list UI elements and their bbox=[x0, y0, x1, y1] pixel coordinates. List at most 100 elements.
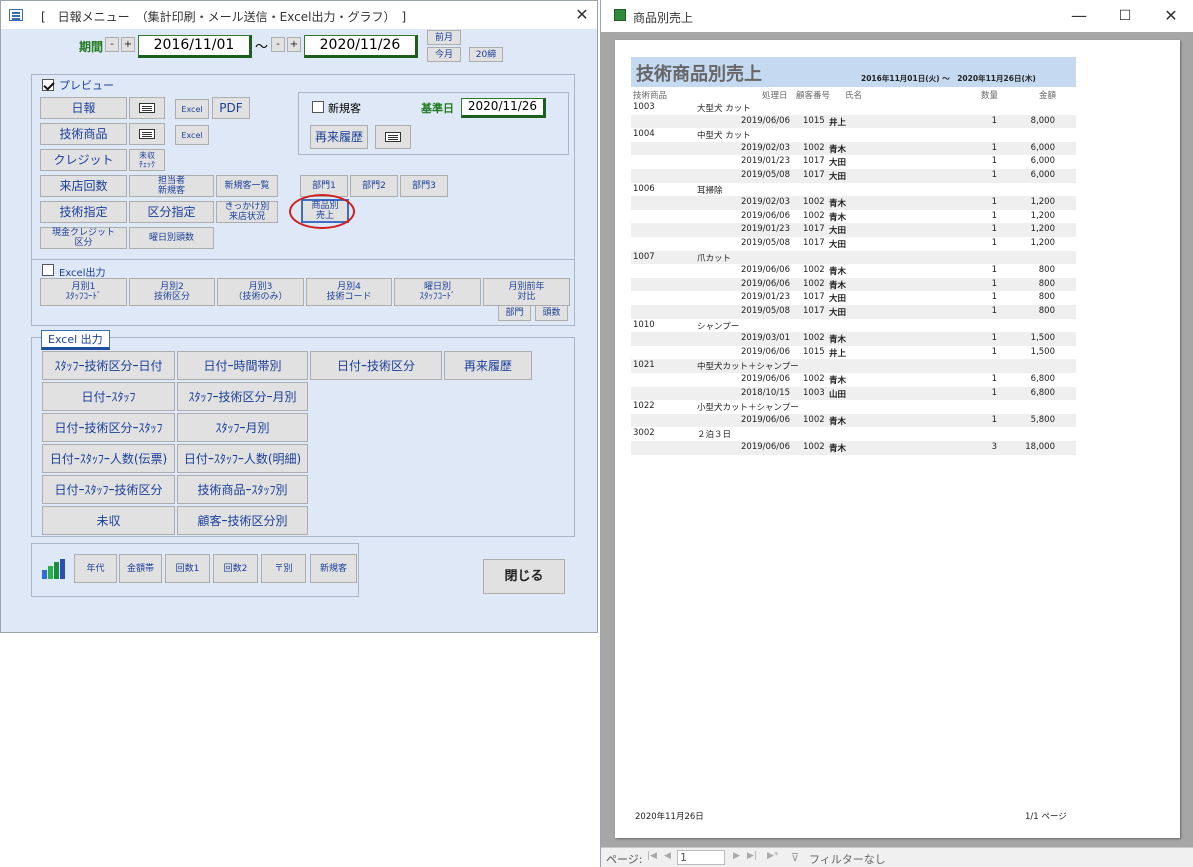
excel-date-staff-ninzu-denpyo-button[interactable]: 日付ｰｽﾀｯﾌｰ人数(伝票) bbox=[42, 444, 175, 473]
menu-title: [ 日報メニュー （集計印刷・メール送信・Excel出力・グラフ） ] bbox=[41, 10, 407, 24]
last-page-icon[interactable]: ▶| bbox=[747, 851, 757, 861]
group-code: 1021 bbox=[633, 360, 655, 371]
excel-mishu-button[interactable]: 未収 bbox=[42, 506, 175, 535]
row-customer-no: 1017 bbox=[803, 170, 825, 180]
excel-date-staff-kubun-button[interactable]: 日付ｰｽﾀｯﾌｰ技術区分 bbox=[42, 475, 175, 504]
credit-button[interactable]: クレジット bbox=[40, 149, 127, 171]
daily-report-menu-window: [ 日報メニュー （集計印刷・メール送信・Excel出力・グラフ） ] ✕ 期間… bbox=[0, 0, 598, 633]
row-customer-no: 1017 bbox=[803, 292, 825, 303]
date-from-field[interactable]: 2016/11/01 bbox=[138, 35, 252, 58]
date-from-minus-button[interactable]: - bbox=[105, 37, 119, 52]
excel-monthly-button-1[interactable]: 月別1 ｽﾀｯﾌｺｰﾄﾞ bbox=[40, 278, 127, 306]
row-customer-no: 1002 bbox=[803, 142, 825, 153]
graph-age-button[interactable]: 年代 bbox=[74, 554, 117, 583]
date-to-field[interactable]: 2020/11/26 bbox=[304, 35, 418, 58]
group-name: ２泊３日 bbox=[697, 430, 732, 441]
excel-date-kubun-staff-button[interactable]: 日付ｰ技術区分ｰｽﾀｯﾌ bbox=[42, 413, 175, 442]
tosu-button[interactable]: 頭数 bbox=[535, 305, 568, 321]
row-amount: 6,800 bbox=[1030, 387, 1055, 398]
shinkikyaku-ichiran-button[interactable]: 新規客一覧 bbox=[216, 175, 278, 197]
raiten-rireki-mail-button[interactable] bbox=[375, 125, 411, 149]
date-from-plus-button[interactable]: + bbox=[121, 37, 135, 52]
row-qty: 3 bbox=[991, 442, 997, 452]
close-date-20-button[interactable]: 20締 bbox=[469, 47, 503, 62]
row-qty: 1 bbox=[991, 333, 997, 344]
gijutsu-mail-button[interactable] bbox=[129, 123, 165, 145]
prev-month-button[interactable]: 前月 bbox=[427, 30, 461, 45]
row-customer-no: 1002 bbox=[803, 210, 825, 221]
gijutsu-shohin-button[interactable]: 技術商品 bbox=[40, 123, 127, 145]
col-header-qty: 数量 bbox=[981, 91, 999, 101]
excel-staff-kubun-month-button[interactable]: ｽﾀｯﾌｰ技術区分ｰ月別 bbox=[177, 382, 308, 411]
first-page-icon[interactable]: |◀ bbox=[647, 851, 657, 861]
pdf-button[interactable]: PDF bbox=[212, 97, 250, 119]
prev-page-icon[interactable]: ◀ bbox=[664, 851, 671, 861]
excel-staff-month-button[interactable]: ｽﾀｯﾌｰ月別 bbox=[177, 413, 308, 442]
report-detail-row: 2019/06/06 1002 青木 1 800 bbox=[631, 264, 1076, 278]
excel-date-staff-button[interactable]: 日付ｰｽﾀｯﾌ bbox=[42, 382, 175, 411]
excel-monthly-button-2[interactable]: 月別2 技術区分 bbox=[129, 278, 215, 306]
nippo-mail-button[interactable] bbox=[129, 97, 165, 119]
date-to-minus-button[interactable]: - bbox=[271, 37, 285, 52]
page-number-input[interactable]: 1 bbox=[677, 850, 725, 865]
new-record-icon[interactable]: ▶* bbox=[767, 851, 778, 861]
mishu-check-button[interactable]: 未収 ﾁｪｯｸ bbox=[129, 149, 165, 171]
excel-monthly-button-4[interactable]: 月別4 技術コード bbox=[306, 278, 392, 306]
nippo-button[interactable]: 日報 bbox=[40, 97, 127, 119]
excel-raiten-rireki-button[interactable]: 再来履歴 bbox=[444, 351, 532, 380]
preview-checkbox[interactable] bbox=[42, 79, 54, 91]
row-date: 2019/06/06 bbox=[741, 374, 790, 384]
close-button[interactable]: 閉じる bbox=[483, 559, 565, 594]
excel-staff-kubun-date-button[interactable]: ｽﾀｯﾌｰ技術区分ｰ日付 bbox=[42, 351, 175, 380]
report-close-icon[interactable]: ✕ bbox=[1159, 6, 1183, 26]
this-month-button[interactable]: 今月 bbox=[427, 47, 461, 62]
excel-monthly-button-3[interactable]: 月別3 （技術のみ） bbox=[217, 278, 304, 306]
row-date: 2019/01/23 bbox=[741, 292, 790, 303]
excel-kokyaku-kubun-button[interactable]: 顧客ｰ技術区分別 bbox=[177, 506, 308, 535]
bumon2-button[interactable]: 部門2 bbox=[350, 175, 398, 197]
tantosha-shinki-button[interactable]: 担当者 新規客 bbox=[129, 175, 214, 197]
gijutsu-shitei-button[interactable]: 技術指定 bbox=[40, 201, 127, 223]
genkin-credit-kubun-button[interactable]: 現金クレジット 区分 bbox=[40, 227, 127, 249]
excel-date-time-button[interactable]: 日付ｰ時間帯別 bbox=[177, 351, 308, 380]
excel-monthly-button-6[interactable]: 月別前年 対比 bbox=[483, 278, 570, 306]
shinkikyaku-checkbox[interactable] bbox=[312, 101, 324, 113]
excel-output-checkbox[interactable] bbox=[42, 264, 54, 276]
graph-amount-button[interactable]: 金額帯 bbox=[119, 554, 162, 583]
report-page: 技術商品別売上 2016年11月01日(火) ～ 2020年11月26日(木) … bbox=[615, 40, 1180, 838]
row-qty: 1 bbox=[991, 197, 997, 208]
youbi-ninzu-button[interactable]: 曜日別頭数 bbox=[129, 227, 214, 249]
period-label: 期間 bbox=[79, 40, 104, 54]
report-detail-row: 2019/06/06 1015 井上 1 1,500 bbox=[631, 346, 1076, 360]
close-icon[interactable]: ✕ bbox=[571, 5, 593, 25]
filter-status[interactable]: フィルターなし bbox=[809, 851, 886, 867]
minimize-icon[interactable]: — bbox=[1067, 6, 1091, 26]
report-detail-row: 2019/06/06 1002 青木 1 5,800 bbox=[631, 413, 1076, 428]
excel-monthly-button-5[interactable]: 曜日別 ｽﾀｯﾌｺｰﾄﾞ bbox=[394, 278, 481, 306]
nippo-excel-button[interactable]: Excel bbox=[175, 99, 209, 119]
graph-count1-button[interactable]: 回数1 bbox=[165, 554, 210, 583]
maximize-icon[interactable]: ☐ bbox=[1113, 6, 1137, 26]
excel-gijutsu-staff-button[interactable]: 技術商品ｰｽﾀｯﾌ別 bbox=[177, 475, 308, 504]
next-page-icon[interactable]: ▶ bbox=[733, 851, 740, 861]
row-customer-name: 大田 bbox=[829, 226, 847, 237]
graph-count2-button[interactable]: 回数2 bbox=[213, 554, 258, 583]
row-customer-no: 1003 bbox=[803, 387, 825, 398]
group-name: 大型犬 カット bbox=[697, 104, 751, 114]
bumon-button[interactable]: 部門 bbox=[498, 305, 531, 321]
report-detail-row: 2018/10/15 1003 山田 1 6,800 bbox=[631, 386, 1076, 401]
kikkake-raiten-button[interactable]: きっかけ別 来店状況 bbox=[216, 201, 278, 223]
kijunbi-field[interactable]: 2020/11/26 bbox=[461, 98, 546, 118]
date-to-plus-button[interactable]: + bbox=[287, 37, 301, 52]
excel-date-kubun-button[interactable]: 日付ｰ技術区分 bbox=[310, 351, 442, 380]
excel-date-staff-ninzu-meisai-button[interactable]: 日付ｰｽﾀｯﾌｰ人数(明細) bbox=[177, 444, 308, 473]
graph-postal-button[interactable]: 〒別 bbox=[261, 554, 306, 583]
bumon3-button[interactable]: 部門3 bbox=[400, 175, 448, 197]
group-code: 1003 bbox=[633, 102, 655, 112]
raiten-rireki-button[interactable]: 再来履歴 bbox=[310, 125, 368, 149]
raiten-kaisu-button[interactable]: 来店回数 bbox=[40, 175, 127, 197]
gijutsu-excel-button[interactable]: Excel bbox=[175, 125, 209, 145]
row-qty: 1 bbox=[991, 278, 997, 289]
graph-new-customer-button[interactable]: 新規客 bbox=[310, 554, 357, 583]
kubun-shitei-button[interactable]: 区分指定 bbox=[129, 201, 214, 223]
